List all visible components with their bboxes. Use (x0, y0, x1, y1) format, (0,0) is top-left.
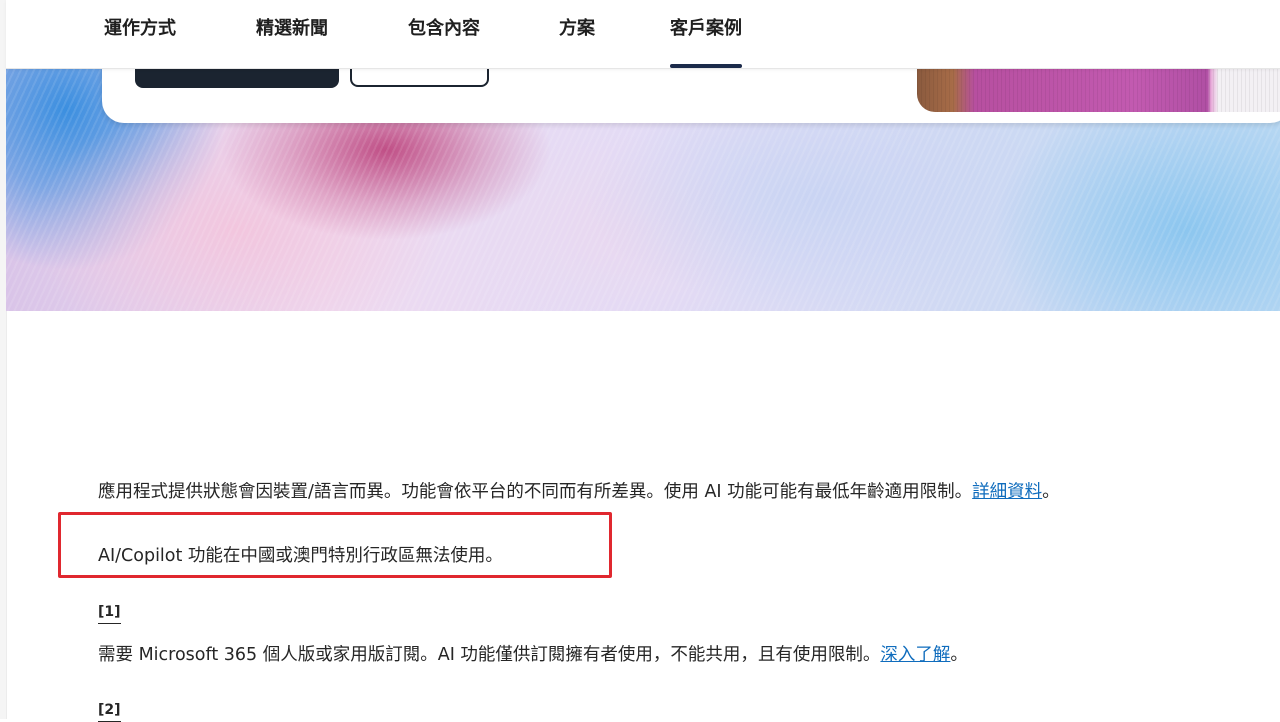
availability-note-end: 。 (1042, 482, 1060, 502)
footnote-1-end: 。 (950, 645, 968, 665)
nav-item-featured-news[interactable]: 精選新聞 (256, 14, 328, 68)
top-navigation-bar: 運作方式 精選新聞 包含內容 方案 客戶案例 (6, 0, 1280, 69)
footnote-1: 需要 Microsoft 365 個人版或家用版訂閱。AI 功能僅供訂閱擁有者使… (98, 641, 968, 666)
learn-more-link[interactable]: 深入了解 (880, 645, 950, 665)
availability-note: 應用程式提供狀態會因裝置/語言而異。功能會依平台的不同而有所差異。使用 AI 功… (98, 478, 1060, 503)
details-link[interactable]: 詳細資料 (972, 482, 1042, 502)
footnote-1-label[interactable]: [1] (98, 604, 121, 624)
footnote-1-text: 需要 Microsoft 365 個人版或家用版訂閱。AI 功能僅供訂閱擁有者使… (98, 645, 881, 665)
nav-item-customer-stories[interactable]: 客戶案例 (670, 14, 742, 68)
availability-note-text: 應用程式提供狀態會因裝置/語言而異。功能會依平台的不同而有所差異。使用 AI 功… (98, 482, 973, 502)
nav-item-how-it-works[interactable]: 運作方式 (104, 14, 176, 68)
nav-item-plans[interactable]: 方案 (559, 14, 595, 68)
red-highlight-annotation (58, 512, 612, 578)
nav-item-whats-included[interactable]: 包含內容 (408, 14, 480, 68)
footnote-2-label[interactable]: [2] (98, 702, 121, 722)
